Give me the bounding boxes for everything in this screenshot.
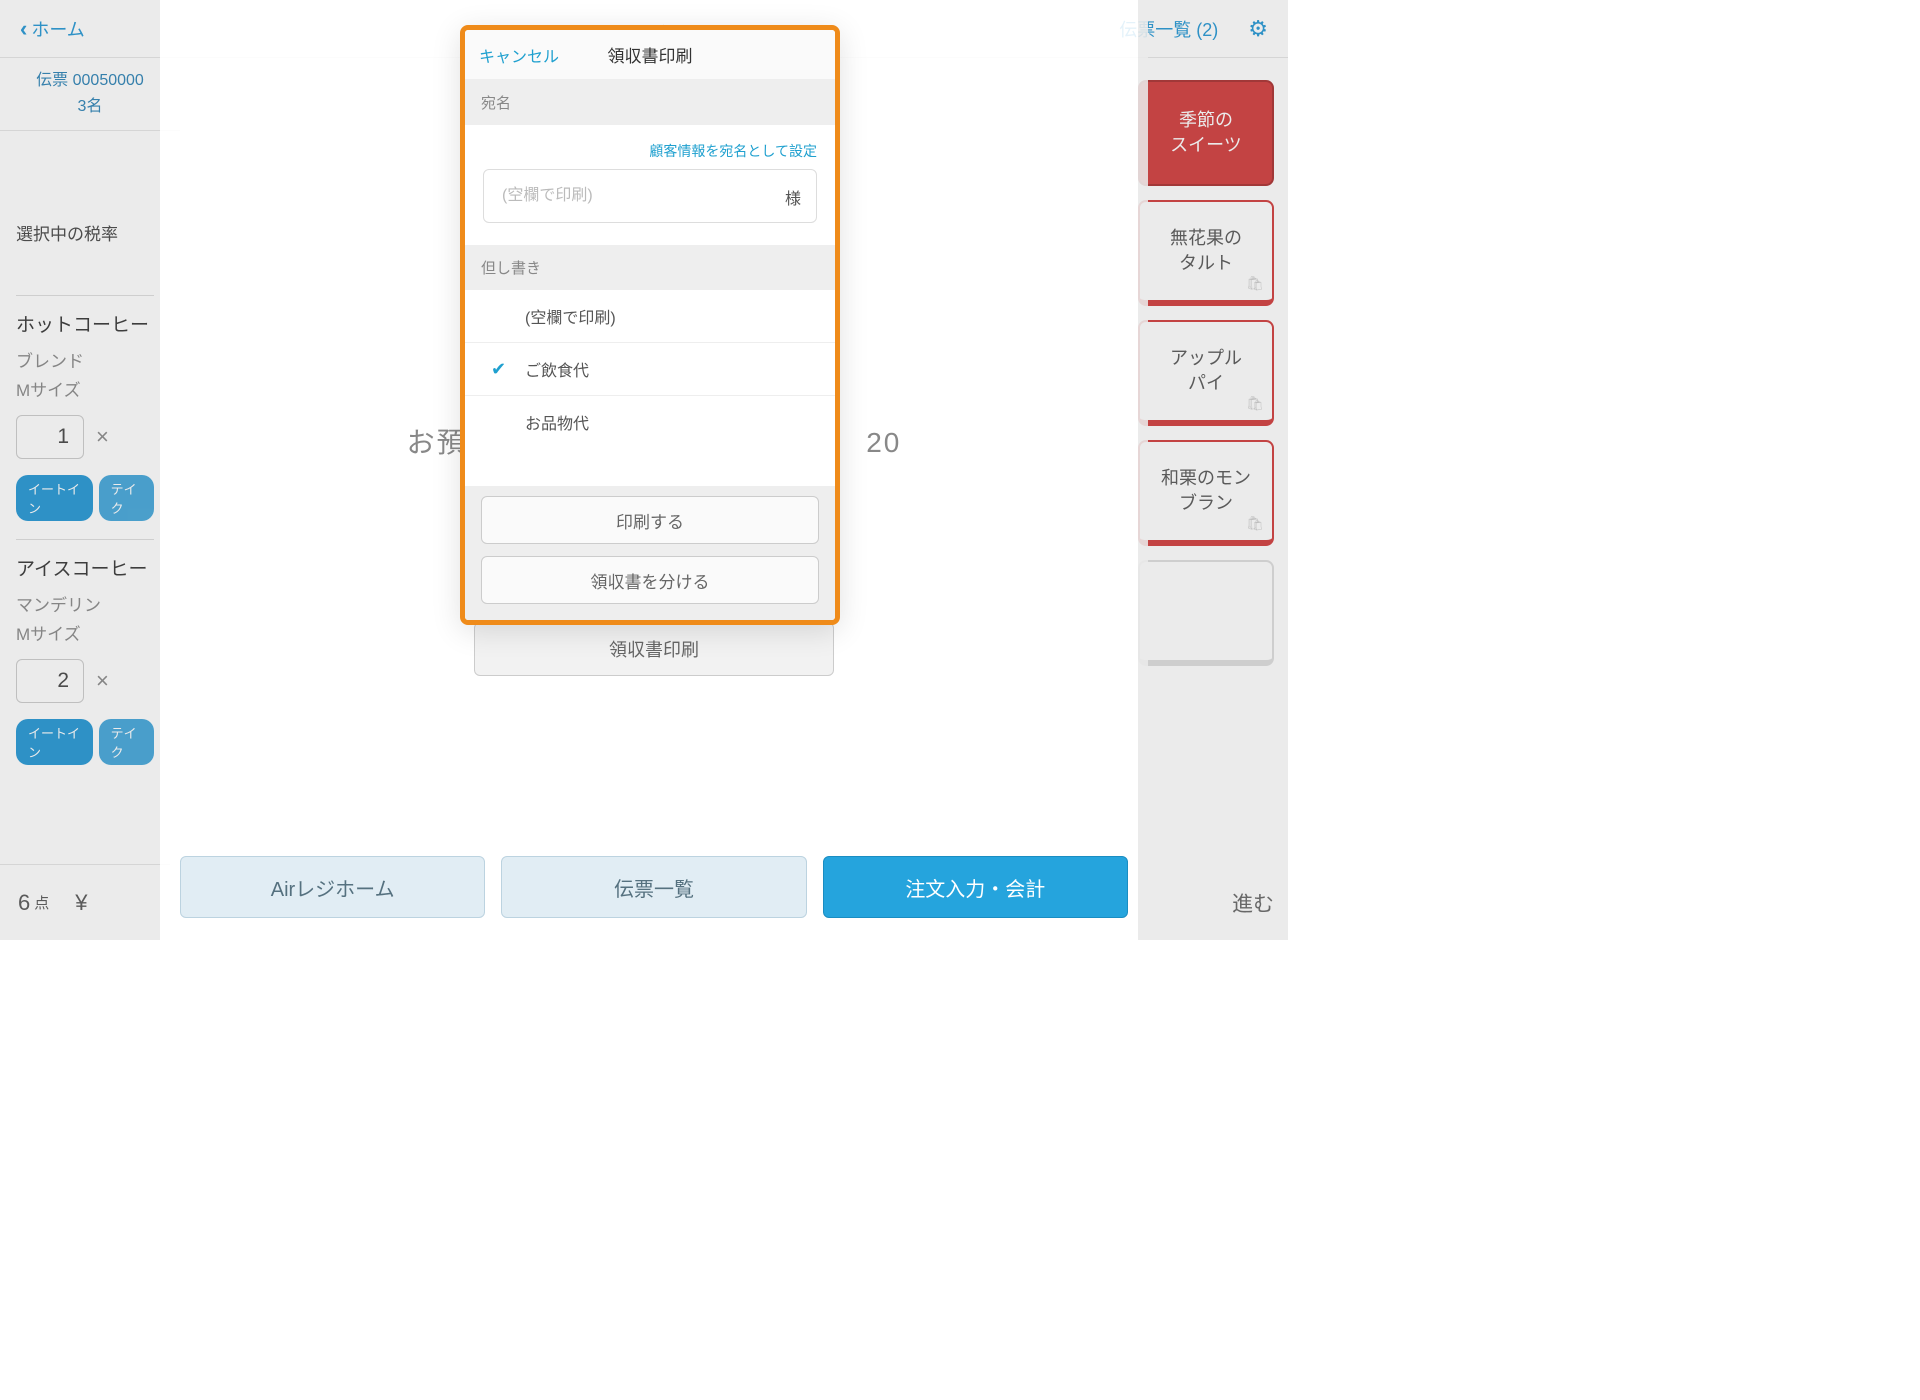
tile-line1: アップル <box>1170 346 1242 371</box>
note-label: (空欄で印刷) <box>525 304 616 328</box>
note-label: ご飲食代 <box>525 357 589 381</box>
bottom-action-row: Airレジホーム 伝票一覧 注文入力・会計 <box>180 856 1128 918</box>
qty-row: 2 × <box>16 659 154 703</box>
note-option-blank[interactable]: (空欄で印刷) <box>465 290 835 343</box>
tile-line1: 無花果の <box>1170 226 1242 251</box>
product-tile-apple-pie[interactable]: アップル パイ 🛍 <box>1138 320 1274 426</box>
sama-suffix: 様 <box>785 185 801 209</box>
qty-row: 1 × <box>16 415 154 459</box>
product-tile-fig-tart[interactable]: 無花果の タルト 🛍 <box>1138 200 1274 306</box>
tax-rate-label: 選択中の税率 <box>16 220 154 245</box>
modal-header: キャンセル 領収書印刷 <box>465 30 835 80</box>
bag-icon: 🛍 <box>1246 274 1264 294</box>
tag-row: イートイン テイク <box>16 475 154 521</box>
item-size: Mサイズ <box>16 376 154 401</box>
item-title: ホットコーヒー <box>16 310 154 337</box>
item-count-unit: 点 <box>34 892 49 913</box>
item-variant: マンデリン <box>16 591 154 616</box>
topbar-left: ‹ ホーム <box>20 16 85 42</box>
tile-line2: ブラン <box>1179 491 1233 516</box>
note-options: (空欄で印刷) ✔ ご飲食代 お品物代 <box>465 290 835 448</box>
item-title: アイスコーヒー <box>16 554 154 581</box>
airregi-home-button[interactable]: Airレジホーム <box>180 856 485 918</box>
addressee-section-label: 宛名 <box>465 80 835 125</box>
yen-icon: ¥ <box>75 890 87 916</box>
tile-line1: 季節の <box>1179 108 1233 133</box>
eatin-tag[interactable]: イートイン <box>16 475 93 521</box>
multiply-icon: × <box>96 424 109 450</box>
multiply-icon: × <box>96 668 109 694</box>
left-panel: 選択中の税率 ホットコーヒー ブレンド Mサイズ 1 × イートイン テイク ア… <box>0 130 170 783</box>
note-option-food[interactable]: ✔ ご飲食代 <box>465 343 835 396</box>
proceed-button[interactable]: 進む <box>1232 888 1274 918</box>
receipt-print-button-bg[interactable]: 領収書印刷 <box>474 622 834 676</box>
use-customer-info-link[interactable]: 顧客情報を宛名として設定 <box>465 125 835 169</box>
gear-icon[interactable]: ⚙ <box>1248 16 1268 42</box>
bag-icon: 🛍 <box>1246 394 1264 414</box>
modal-footer: 印刷する 領収書を分ける <box>465 486 835 620</box>
qty-input[interactable]: 2 <box>16 659 84 703</box>
chevron-left-icon: ‹ <box>20 16 27 42</box>
receipt-print-modal: キャンセル 領収書印刷 宛名 顧客情報を宛名として設定 様 但し書き (空欄で印… <box>460 25 840 625</box>
tag-row: イートイン テイク <box>16 719 154 765</box>
eatin-tag[interactable]: イートイン <box>16 719 93 765</box>
order-item: アイスコーヒー マンデリン Mサイズ 2 × イートイン テイク <box>16 539 154 783</box>
addressee-input-wrap: 様 <box>465 169 835 245</box>
check-icon: ✔ <box>491 359 511 380</box>
tile-line2: タルト <box>1179 251 1233 276</box>
addressee-input[interactable] <box>483 169 817 223</box>
bag-icon: 🛍 <box>1246 514 1264 534</box>
product-tile-seasonal[interactable]: 季節の スイーツ <box>1138 80 1274 186</box>
tile-line2: スイーツ <box>1170 133 1242 158</box>
takeout-tag[interactable]: テイク <box>99 475 154 521</box>
slip-info: 伝票 00050000 3名 <box>0 58 180 131</box>
bottom-totals: 6 点 ¥ <box>0 864 170 940</box>
product-grid: 季節の スイーツ 無花果の タルト 🛍 アップル パイ 🛍 和栗のモン ブラン … <box>1138 70 1288 666</box>
slip-people: 3名 <box>0 92 180 116</box>
home-label: ホーム <box>31 16 84 42</box>
item-size: Mサイズ <box>16 620 154 645</box>
slip-list-button[interactable]: 伝票一覧 <box>501 856 806 918</box>
item-count: 6 <box>18 890 30 916</box>
back-home-button[interactable]: ‹ ホーム <box>20 16 85 42</box>
slip-number: 伝票 00050000 <box>0 66 180 90</box>
note-option-goods[interactable]: お品物代 <box>465 396 835 448</box>
item-variant: ブレンド <box>16 347 154 372</box>
note-section-label: 但し書き <box>465 245 835 290</box>
deposit-prefix: お預 <box>407 427 467 458</box>
tile-line2: パイ <box>1188 371 1224 396</box>
split-receipt-button[interactable]: 領収書を分ける <box>481 556 819 604</box>
takeout-tag[interactable]: テイク <box>99 719 154 765</box>
product-tile-empty[interactable] <box>1138 560 1274 666</box>
order-item: ホットコーヒー ブレンド Mサイズ 1 × イートイン テイク <box>16 295 154 539</box>
product-tile-montblanc[interactable]: 和栗のモン ブラン 🛍 <box>1138 440 1274 546</box>
tile-line1: 和栗のモン <box>1161 466 1251 491</box>
note-label: お品物代 <box>525 410 589 434</box>
deposit-suffix: 20 <box>866 427 901 458</box>
order-entry-button[interactable]: 注文入力・会計 <box>823 856 1128 918</box>
cancel-button[interactable]: キャンセル <box>479 43 559 67</box>
complete-middle-buttons: 領収書印刷 <box>474 622 834 676</box>
print-button[interactable]: 印刷する <box>481 496 819 544</box>
qty-input[interactable]: 1 <box>16 415 84 459</box>
